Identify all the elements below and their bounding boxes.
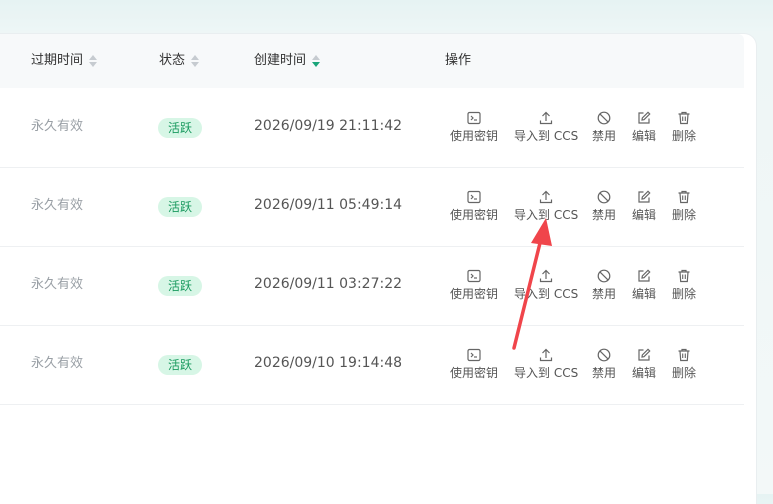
- use-key-label: 使用密钥: [450, 129, 499, 143]
- column-actions-label: 操作: [445, 53, 472, 68]
- sort-desc-icon[interactable]: [312, 55, 321, 67]
- terminal-icon: [467, 348, 481, 362]
- edit-icon: [638, 190, 651, 203]
- status-badge: 活跃: [158, 355, 202, 375]
- import-ccs-label: 导入到 CCS: [514, 366, 579, 380]
- expire-cell: 永久有效: [31, 277, 84, 292]
- delete-label: 删除: [672, 287, 697, 301]
- disable-label: 禁用: [592, 366, 617, 380]
- import-ccs-button[interactable]: 导入到 CCS: [514, 347, 578, 380]
- edit-label: 编辑: [632, 366, 657, 380]
- terminal-icon: [467, 269, 481, 283]
- column-created-label: 创建时间: [254, 53, 307, 68]
- edit-button[interactable]: 编辑: [632, 189, 656, 222]
- use-key-button[interactable]: 使用密钥: [450, 189, 498, 222]
- edit-icon: [638, 269, 651, 282]
- trash-icon: [678, 348, 690, 362]
- delete-button[interactable]: 删除: [672, 347, 696, 380]
- delete-label: 删除: [672, 208, 697, 222]
- import-ccs-button[interactable]: 导入到 CCS: [514, 189, 578, 222]
- disable-button[interactable]: 禁用: [592, 110, 616, 143]
- use-key-button[interactable]: 使用密钥: [450, 110, 498, 143]
- import-ccs-button[interactable]: 导入到 CCS: [514, 268, 578, 301]
- table-row: 永久有效 活跃 2026/09/19 21:11:42 使用密钥 导入到 CCS…: [0, 88, 744, 168]
- status-badge: 活跃: [158, 276, 202, 296]
- column-created-header[interactable]: 创建时间: [254, 52, 321, 70]
- disable-button[interactable]: 禁用: [592, 347, 616, 380]
- delete-button[interactable]: 删除: [672, 110, 696, 143]
- edit-label: 编辑: [632, 287, 657, 301]
- status-badge: 活跃: [158, 197, 202, 217]
- upload-icon: [539, 190, 553, 204]
- edit-icon: [638, 111, 651, 124]
- import-ccs-label: 导入到 CCS: [514, 287, 579, 301]
- upload-icon: [539, 269, 553, 283]
- disable-button[interactable]: 禁用: [592, 189, 616, 222]
- use-key-label: 使用密钥: [450, 366, 499, 380]
- terminal-icon: [467, 190, 481, 204]
- edit-button[interactable]: 编辑: [632, 268, 656, 301]
- table-row: 永久有效 活跃 2026/09/11 03:27:22 使用密钥 导入到 CCS…: [0, 246, 744, 326]
- expire-cell: 永久有效: [31, 198, 84, 213]
- ban-icon: [597, 269, 611, 283]
- upload-icon: [539, 348, 553, 362]
- column-expire-header[interactable]: 过期时间: [31, 52, 98, 70]
- table-row: 永久有效 活跃 2026/09/11 05:49:14 使用密钥 导入到 CCS…: [0, 167, 744, 247]
- trash-icon: [678, 269, 690, 283]
- import-ccs-label: 导入到 CCS: [514, 129, 579, 143]
- table-row: 永久有效 活跃 2026/09/10 19:14:48 使用密钥 导入到 CCS…: [0, 325, 744, 405]
- delete-label: 删除: [672, 366, 697, 380]
- table-header: 过期时间 状态 创建时间 操作: [0, 34, 744, 88]
- status-badge: 活跃: [158, 118, 202, 138]
- ban-icon: [597, 111, 611, 125]
- column-actions-header: 操作: [445, 52, 471, 70]
- use-key-label: 使用密钥: [450, 208, 499, 222]
- edit-label: 编辑: [632, 208, 657, 222]
- created-cell: 2026/09/10 19:14:48: [254, 355, 403, 371]
- delete-button[interactable]: 删除: [672, 189, 696, 222]
- column-status-header[interactable]: 状态: [159, 52, 200, 70]
- disable-button[interactable]: 禁用: [592, 268, 616, 301]
- trash-icon: [678, 190, 690, 204]
- disable-label: 禁用: [592, 208, 617, 222]
- expire-cell: 永久有效: [31, 356, 84, 371]
- expire-cell: 永久有效: [31, 119, 84, 134]
- created-cell: 2026/09/11 03:27:22: [254, 276, 403, 292]
- use-key-button[interactable]: 使用密钥: [450, 347, 498, 380]
- created-cell: 2026/09/11 05:49:14: [254, 197, 403, 213]
- edit-icon: [638, 348, 651, 361]
- disable-label: 禁用: [592, 287, 617, 301]
- ban-icon: [597, 348, 611, 362]
- ban-icon: [597, 190, 611, 204]
- delete-button[interactable]: 删除: [672, 268, 696, 301]
- use-key-label: 使用密钥: [450, 287, 499, 301]
- upload-icon: [539, 111, 553, 125]
- api-key-table-card: 过期时间 状态 创建时间 操作 永久有效 活跃 2026/09/19 21:11…: [0, 34, 756, 504]
- edit-label: 编辑: [632, 129, 657, 143]
- edit-button[interactable]: 编辑: [632, 347, 656, 380]
- disable-label: 禁用: [592, 129, 617, 143]
- import-ccs-button[interactable]: 导入到 CCS: [514, 110, 578, 143]
- edit-button[interactable]: 编辑: [632, 110, 656, 143]
- sort-icon[interactable]: [89, 55, 98, 67]
- sort-icon[interactable]: [191, 55, 200, 67]
- terminal-icon: [467, 111, 481, 125]
- delete-label: 删除: [672, 129, 697, 143]
- column-expire-label: 过期时间: [31, 53, 84, 68]
- created-cell: 2026/09/19 21:11:42: [254, 118, 403, 134]
- trash-icon: [678, 111, 690, 125]
- column-status-label: 状态: [159, 53, 186, 68]
- use-key-button[interactable]: 使用密钥: [450, 268, 498, 301]
- import-ccs-label: 导入到 CCS: [514, 208, 579, 222]
